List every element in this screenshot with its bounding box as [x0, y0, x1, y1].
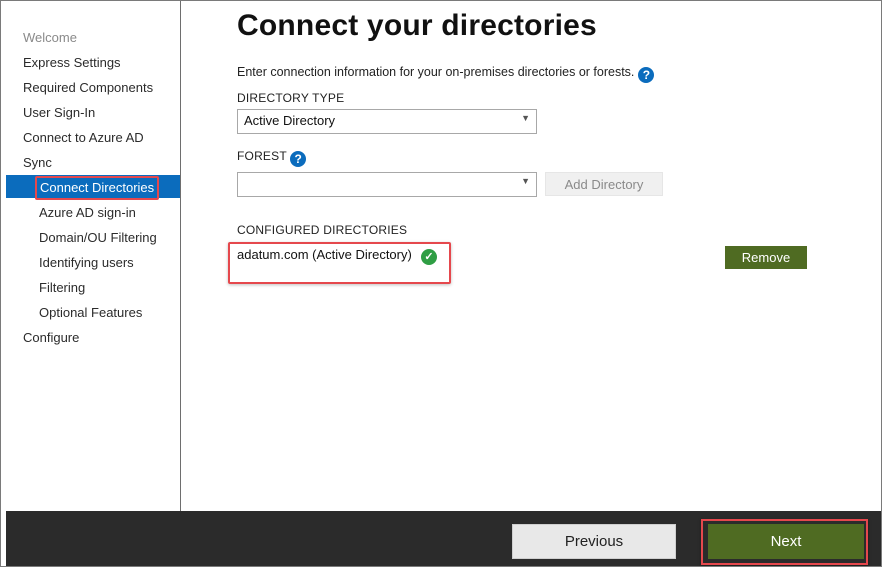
- sidebar-item-welcome[interactable]: Welcome: [23, 30, 77, 46]
- chevron-down-icon: ▼: [521, 176, 530, 186]
- sidebar-item-required-components[interactable]: Required Components: [23, 80, 153, 96]
- forest-select[interactable]: ▼: [237, 172, 537, 197]
- checkmark-icon: ✓: [421, 249, 437, 265]
- sidebar-item-filtering[interactable]: Filtering: [39, 280, 85, 296]
- configured-directories-label: CONFIGURED DIRECTORIES: [237, 223, 408, 237]
- directory-type-label: DIRECTORY TYPE: [237, 91, 345, 105]
- intro-text: Enter connection information for your on…: [237, 65, 635, 79]
- sidebar-item-identifying-users[interactable]: Identifying users: [39, 255, 134, 271]
- page-title: Connect your directories: [237, 9, 597, 42]
- next-button[interactable]: Next: [708, 524, 864, 559]
- sidebar-item-user-sign-in[interactable]: User Sign-In: [23, 105, 95, 121]
- footer-bar: Previous Next: [6, 511, 881, 566]
- sidebar-item-connect-directories[interactable]: Connect Directories: [35, 176, 160, 200]
- remove-button[interactable]: Remove: [725, 246, 807, 269]
- intro-text-row: Enter connection information for your on…: [237, 65, 655, 83]
- sidebar-item-sync[interactable]: Sync: [23, 155, 52, 171]
- sidebar-item-azure-ad-sign-in[interactable]: Azure AD sign-in: [39, 205, 136, 221]
- directory-type-value: Active Directory: [244, 113, 336, 128]
- chevron-down-icon: ▼: [521, 113, 530, 123]
- directory-type-select[interactable]: Active Directory ▼: [237, 109, 537, 134]
- previous-button[interactable]: Previous: [512, 524, 676, 559]
- help-icon[interactable]: ?: [638, 67, 655, 83]
- sidebar-nav: Welcome Express Settings Required Compon…: [1, 1, 181, 511]
- sidebar-item-configure[interactable]: Configure: [23, 330, 79, 346]
- sidebar-item-express-settings[interactable]: Express Settings: [23, 55, 121, 71]
- sidebar-item-connect-to-azure-ad[interactable]: Connect to Azure AD: [23, 130, 144, 146]
- wizard-window: Welcome Express Settings Required Compon…: [0, 0, 882, 567]
- forest-help-icon[interactable]: ?: [290, 151, 307, 167]
- sidebar-item-domain-ou-filtering[interactable]: Domain/OU Filtering: [39, 230, 157, 246]
- configured-directory-name[interactable]: adatum.com (Active Directory): [237, 247, 412, 262]
- forest-label-row: FOREST ?: [237, 149, 307, 167]
- add-directory-button[interactable]: Add Directory: [545, 172, 663, 196]
- sidebar-item-optional-features[interactable]: Optional Features: [39, 305, 142, 321]
- main-panel: Connect your directories Enter connectio…: [181, 1, 881, 511]
- forest-label: FOREST: [237, 149, 287, 163]
